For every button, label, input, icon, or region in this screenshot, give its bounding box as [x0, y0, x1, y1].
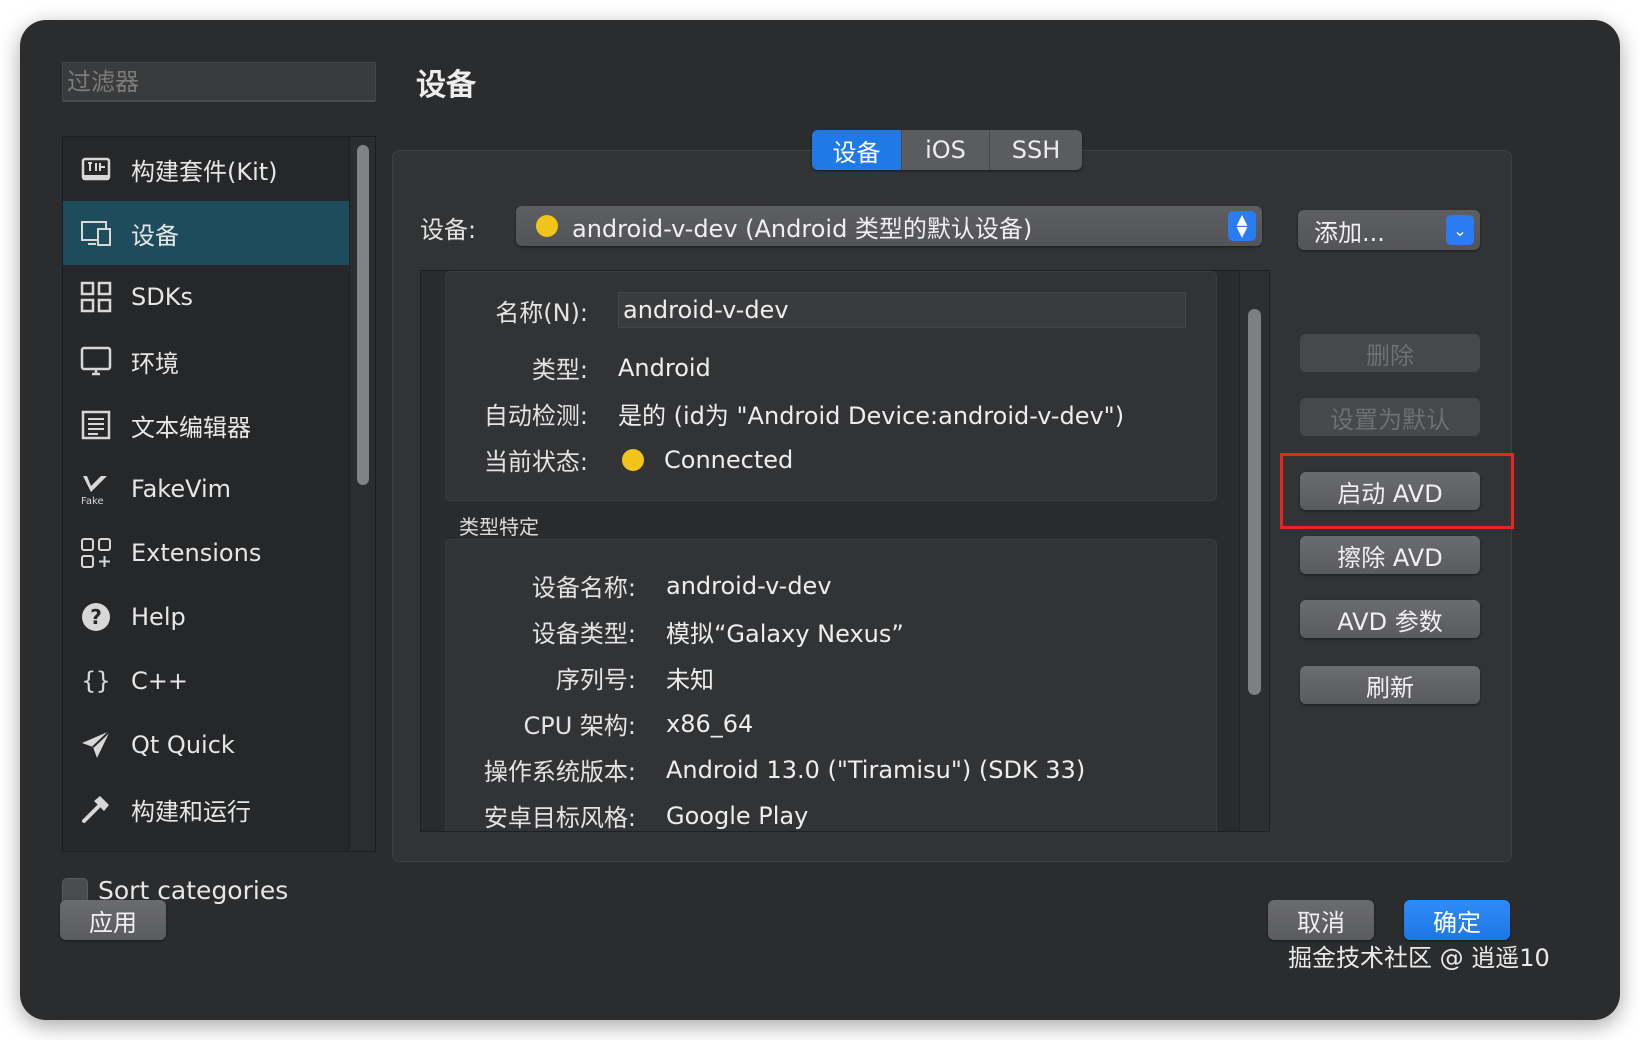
details-scrollbar[interactable]: [1239, 271, 1269, 831]
name-label: 名称(N):: [495, 298, 588, 327]
extensions-icon: [79, 536, 113, 570]
fakevim-icon: Fake: [79, 472, 113, 506]
device-select-value: android-v-dev (Android 类型的默认设备): [572, 214, 1033, 243]
sidebar-item-label: 环境: [131, 349, 179, 378]
page-title: 设备: [416, 68, 476, 103]
text-editor-icon: [79, 408, 113, 442]
refresh-button[interactable]: 刷新: [1300, 666, 1480, 704]
sidebar-item-label: 设备: [131, 221, 179, 250]
paper-plane-icon: [79, 728, 113, 762]
device-details-area: 名称(N): android-v-dev 类型: Android 自动检测: 是…: [420, 270, 1270, 832]
sidebar-item-label: Extensions: [131, 539, 262, 567]
device-icon: [79, 216, 113, 250]
delete-button[interactable]: 删除: [1300, 334, 1480, 372]
sidebar-item-help[interactable]: ? Help: [63, 585, 351, 649]
sidebar-item-label: SDKs: [131, 283, 193, 311]
sidebar-item-environment[interactable]: 环境: [63, 329, 351, 393]
tab-ios[interactable]: iOS: [902, 130, 990, 170]
state-value: Connected: [664, 445, 794, 474]
highlight-box: [1280, 453, 1514, 529]
sidebar-item-devices[interactable]: 设备: [63, 201, 351, 265]
device-type-value: 模拟“Galaxy Nexus”: [666, 620, 904, 648]
sidebar-item-label: C++: [131, 667, 188, 695]
autodetect-value: 是的 (id为 "Android Device:android-v-dev"): [618, 402, 1125, 430]
device-tabs: 设备 iOS SSH: [812, 130, 1082, 170]
type-label: 类型:: [531, 356, 588, 384]
svg-text:{}: {}: [82, 667, 111, 695]
cancel-button[interactable]: 取消: [1268, 900, 1374, 940]
category-list: 构建套件(Kit) 设备 SDKs 环境 文本编辑器 Fake FakeVim …: [63, 137, 351, 841]
preferences-window: 过滤器 构建套件(Kit) 设备 SDKs 环境 文本编辑器 Fake Fake…: [20, 20, 1620, 1020]
autodetect-label: 自动检测:: [483, 402, 588, 430]
erase-avd-button[interactable]: 擦除 AVD: [1300, 536, 1480, 574]
sidebar-item-label: 文本编辑器: [131, 413, 251, 442]
type-specific-title: 类型特定: [459, 515, 539, 539]
watermark: 掘金技术社区 @ 逍遥10: [1288, 944, 1550, 972]
avd-params-button[interactable]: AVD 参数: [1300, 600, 1480, 638]
type-value: Android: [618, 353, 711, 382]
updown-chevron-icon: ▲ ▼: [1228, 211, 1256, 241]
os-version-label: 操作系统版本:: [483, 758, 636, 786]
type-specific-group: 设备名称: android-v-dev 设备类型: 模拟“Galaxy Nexu…: [445, 539, 1217, 832]
general-info-group: 名称(N): android-v-dev 类型: Android 自动检测: 是…: [445, 271, 1217, 501]
sidebar-item-label: FakeVim: [131, 475, 232, 503]
device-select-label: 设备:: [420, 216, 477, 244]
device-type-label: 设备类型:: [531, 620, 636, 648]
state-label: 当前状态:: [483, 448, 588, 476]
target-flavor-label: 安卓目标风格:: [483, 804, 636, 832]
sidebar-scrollbar[interactable]: [349, 137, 375, 851]
sidebar-item-kits[interactable]: 构建套件(Kit): [63, 137, 351, 201]
hammer-icon: [79, 792, 113, 826]
kit-icon: [79, 152, 113, 186]
apply-button[interactable]: 应用: [60, 900, 166, 940]
tab-ssh[interactable]: SSH: [990, 130, 1082, 170]
sidebar-item-extensions[interactable]: Extensions: [63, 521, 351, 585]
sidebar-item-label: Qt Quick: [131, 731, 235, 759]
braces-icon: {}: [79, 664, 113, 698]
sidebar-item-fakevim[interactable]: Fake FakeVim: [63, 457, 351, 521]
details-scrollbar-thumb[interactable]: [1248, 309, 1261, 695]
tab-devices[interactable]: 设备: [812, 130, 902, 170]
sidebar-item-qtquick[interactable]: Qt Quick: [63, 713, 351, 777]
connected-dot-icon: [622, 448, 644, 471]
device-name-label: 设备名称:: [531, 574, 636, 602]
set-default-button[interactable]: 设置为默认: [1300, 398, 1480, 436]
target-flavor-value: Google Play: [666, 801, 809, 830]
ok-button[interactable]: 确定: [1404, 900, 1510, 940]
status-dot-icon: [536, 215, 558, 237]
name-field[interactable]: android-v-dev: [618, 292, 1186, 328]
device-select[interactable]: android-v-dev (Android 类型的默认设备) ▲ ▼: [516, 206, 1262, 246]
svg-text:Fake: Fake: [81, 496, 104, 505]
sidebar-item-build-run[interactable]: 构建和运行: [63, 777, 351, 841]
cpu-arch-value: x86_64: [666, 709, 754, 738]
device-name-value: android-v-dev: [666, 571, 832, 600]
cpu-arch-label: CPU 架构:: [523, 712, 636, 740]
sidebar-item-label: 构建套件(Kit): [131, 157, 278, 186]
sidebar-item-cpp[interactable]: {} C++: [63, 649, 351, 713]
add-device-label: 添加...: [1314, 218, 1385, 247]
sidebar-item-label: 构建和运行: [131, 797, 251, 826]
svg-text:?: ?: [90, 605, 102, 629]
monitor-icon: [79, 344, 113, 378]
sidebar-item-label: Help: [131, 603, 186, 631]
chevron-down-icon: ⌄: [1446, 215, 1474, 245]
sidebar-item-text-editor[interactable]: 文本编辑器: [63, 393, 351, 457]
grid-icon: [79, 280, 113, 314]
serial-label: 序列号:: [555, 666, 636, 694]
category-sidebar: 构建套件(Kit) 设备 SDKs 环境 文本编辑器 Fake FakeVim …: [62, 136, 376, 852]
help-icon: ?: [79, 600, 113, 634]
serial-value: 未知: [666, 666, 714, 694]
add-device-button[interactable]: 添加... ⌄: [1298, 210, 1480, 250]
filter-input[interactable]: 过滤器: [62, 62, 376, 102]
sidebar-item-sdks[interactable]: SDKs: [63, 265, 351, 329]
os-version-value: Android 13.0 ("Tiramisu") (SDK 33): [666, 755, 1086, 784]
sidebar-scrollbar-thumb[interactable]: [357, 145, 369, 485]
